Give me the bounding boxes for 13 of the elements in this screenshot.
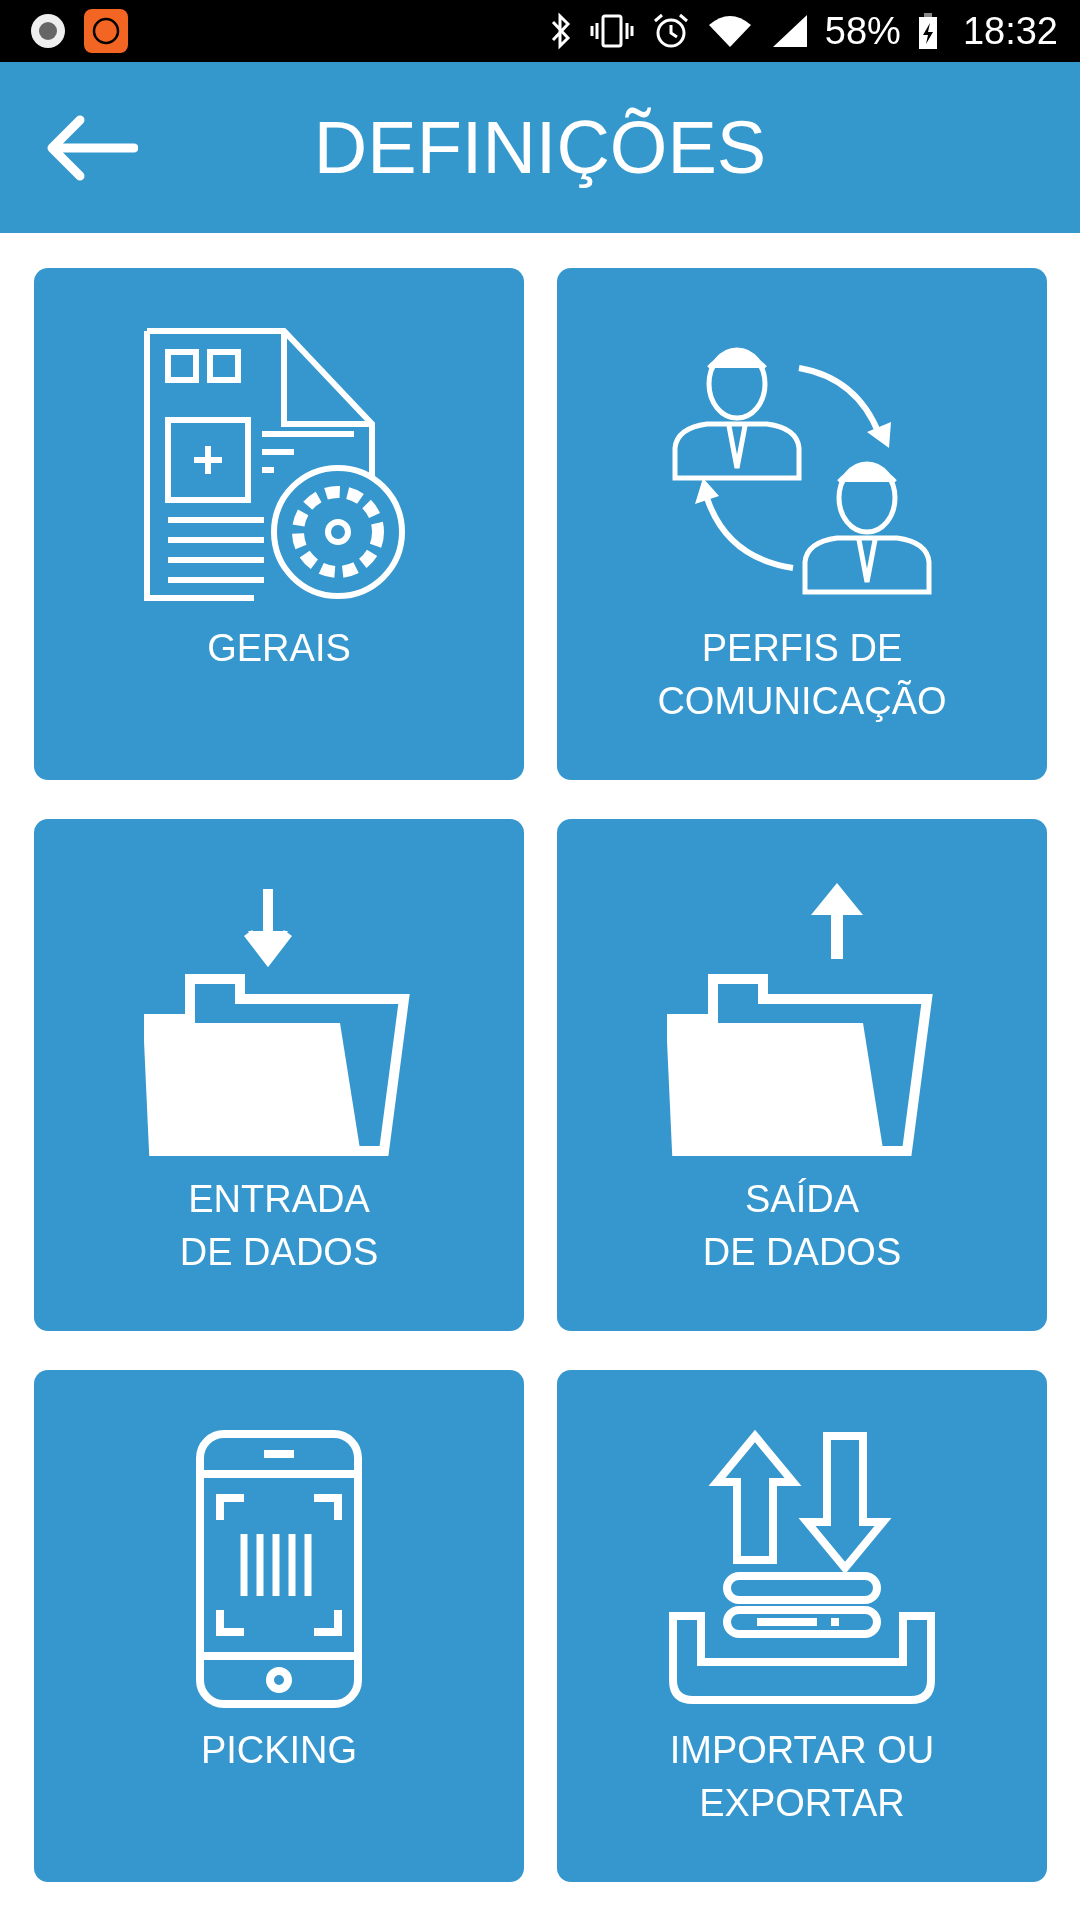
battery-icon bbox=[916, 11, 939, 51]
settings-tile[interactable]: IMPORTAR OU EXPORTAR bbox=[557, 1370, 1047, 1882]
clock-time: 18:32 bbox=[962, 12, 1058, 50]
back-arrow-icon bbox=[46, 113, 138, 182]
settings-tile[interactable]: PERFIS DE COMUNICAÇÃO bbox=[557, 268, 1047, 780]
settings-tile[interactable]: SAÍDA DE DADOS bbox=[557, 819, 1047, 1331]
app-icon bbox=[84, 9, 128, 53]
phone-barcode-icon bbox=[194, 1430, 364, 1710]
settings-tile[interactable]: ENTRADA DE DADOS bbox=[34, 819, 524, 1331]
battery-percent: 58% bbox=[824, 12, 901, 50]
settings-tile[interactable]: PICKING bbox=[34, 1370, 524, 1882]
record-icon bbox=[28, 11, 68, 51]
settings-tile[interactable]: GERAIS bbox=[34, 268, 524, 780]
